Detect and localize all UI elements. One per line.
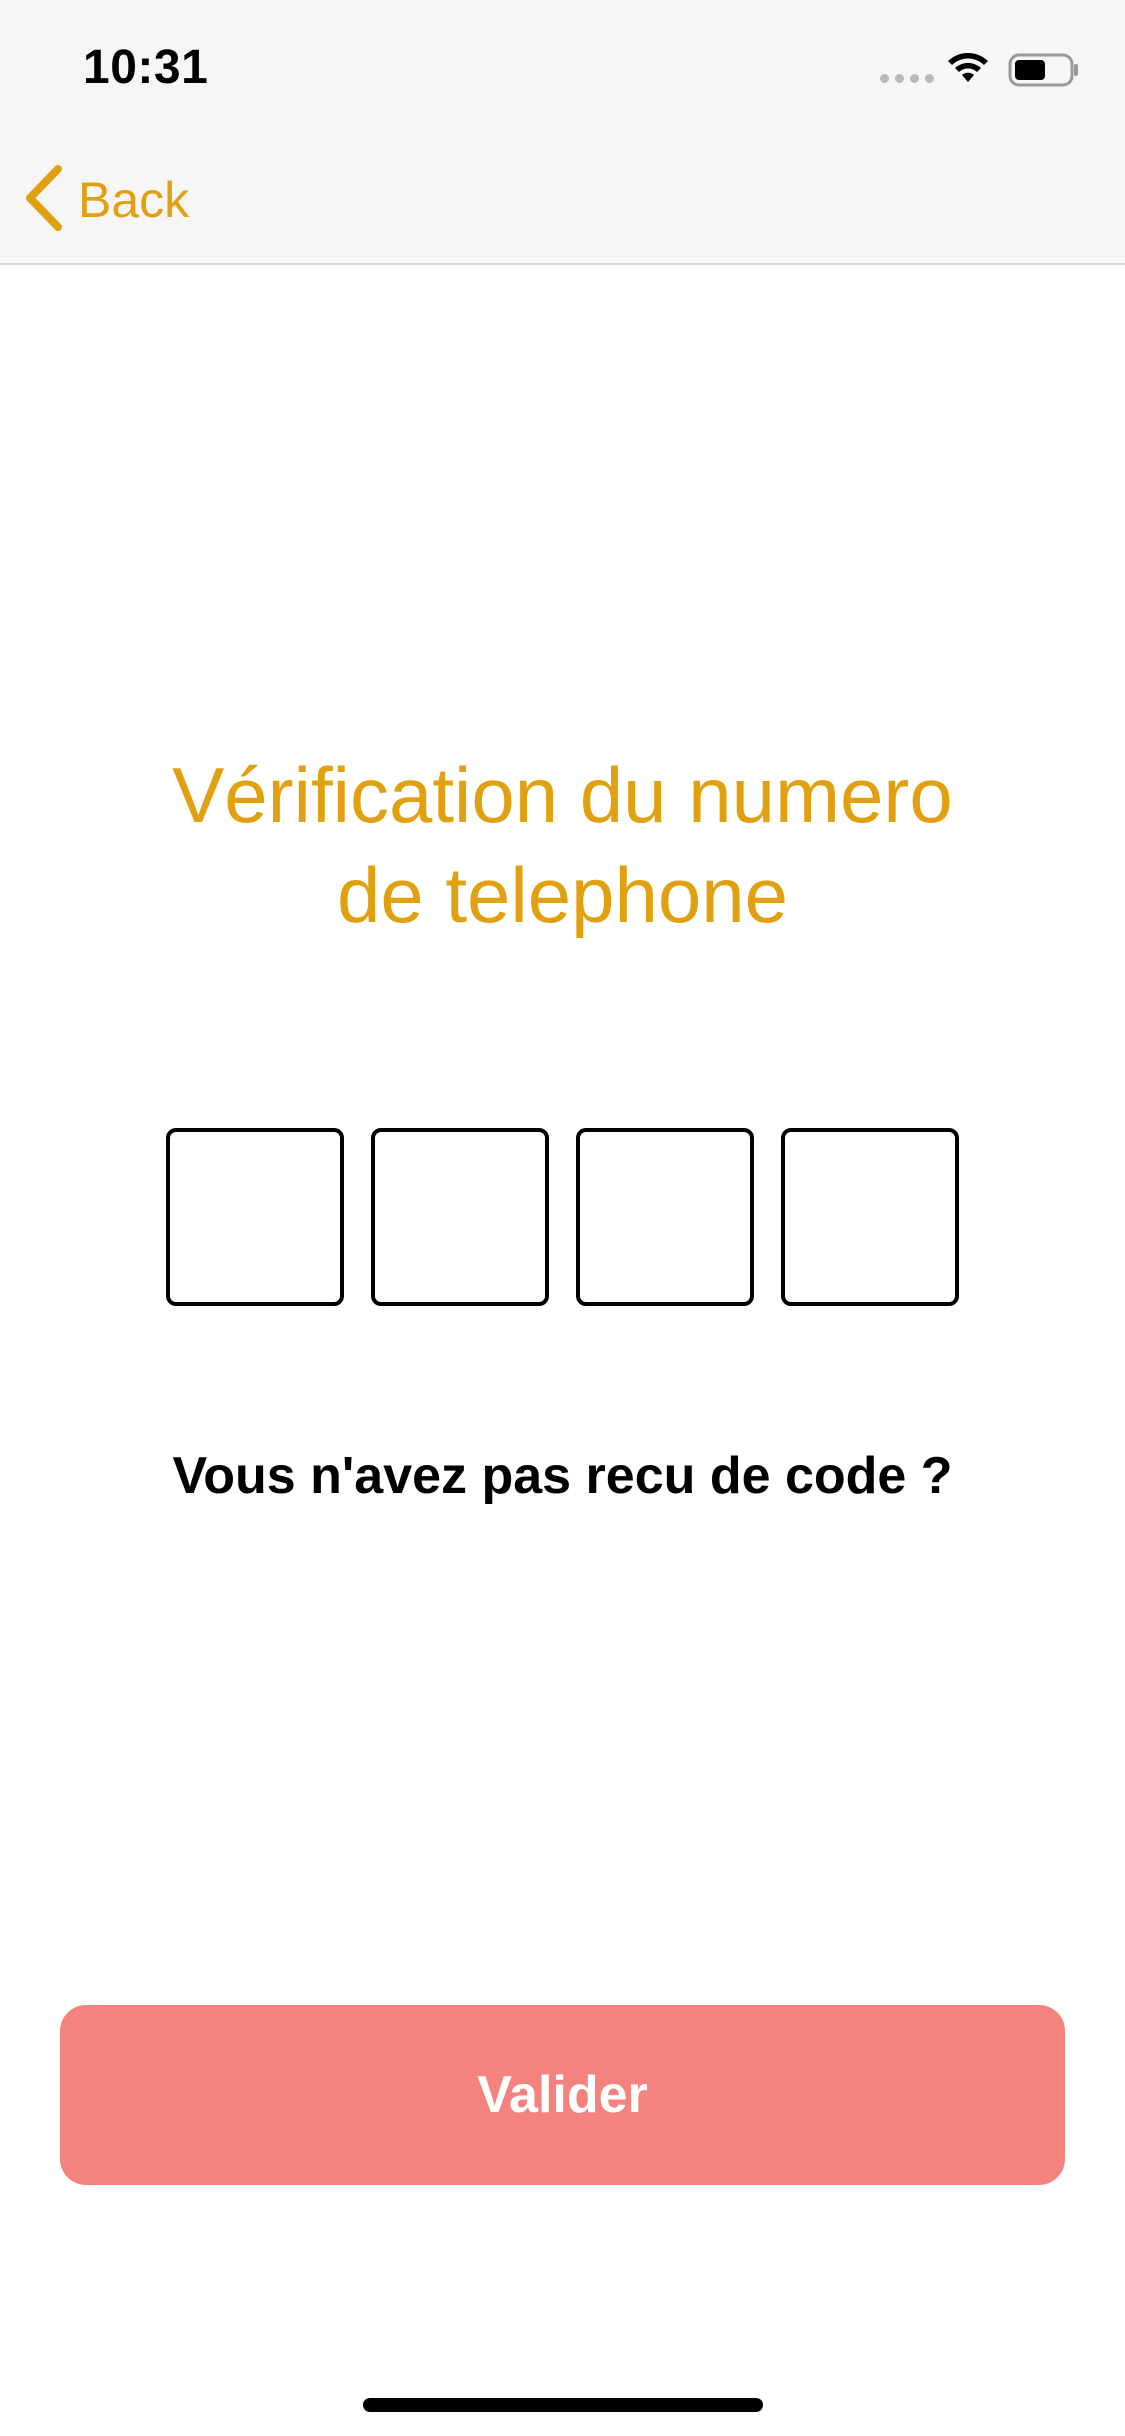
page-title: Vérification du numero de telephone bbox=[0, 745, 1125, 945]
back-button[interactable]: Back bbox=[24, 164, 190, 236]
resend-code-link[interactable]: Vous n'avez pas recu de code ? bbox=[0, 1446, 1125, 1506]
validate-button[interactable]: Valider bbox=[60, 2005, 1065, 2185]
wifi-icon bbox=[946, 50, 990, 89]
code-digit-4[interactable] bbox=[781, 1128, 959, 1306]
code-digit-3[interactable] bbox=[576, 1128, 754, 1306]
status-time: 10:31 bbox=[83, 41, 209, 94]
verification-code-inputs bbox=[166, 1128, 959, 1306]
signal-dots-icon bbox=[880, 74, 934, 83]
code-digit-1[interactable] bbox=[166, 1128, 344, 1306]
battery-icon bbox=[1008, 52, 1080, 93]
code-digit-2[interactable] bbox=[371, 1128, 549, 1306]
home-indicator bbox=[363, 2398, 763, 2412]
chevron-left-icon bbox=[24, 164, 64, 236]
title-line-1: Vérification du numero bbox=[172, 751, 953, 839]
back-label: Back bbox=[78, 172, 190, 228]
top-bar: 10:31 Back bbox=[0, 0, 1125, 265]
screen: 10:31 Back Vérification du numero de tel… bbox=[0, 0, 1125, 2436]
title-line-2: de telephone bbox=[336, 851, 789, 939]
